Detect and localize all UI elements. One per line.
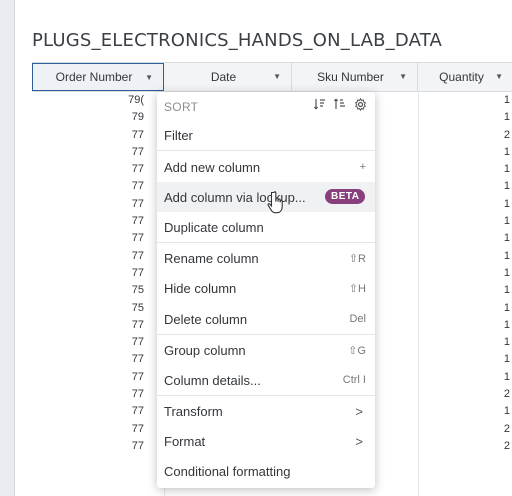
menu-item-add-column-via-lookup[interactable]: Add column via lookup... BETA — [157, 182, 375, 212]
menu-item-add-new-column[interactable]: Add new column + — [157, 152, 375, 182]
cell-order-number[interactable]: 77 — [32, 213, 164, 230]
menu-item-filter[interactable]: Filter — [157, 120, 375, 150]
page-title: PLUGS_ELECTRONICS_HANDS_ON_LAB_DATA — [32, 30, 443, 51]
cell-order-number[interactable]: 77 — [32, 144, 164, 161]
cell-order-number[interactable]: 77 — [32, 248, 164, 265]
menu-item-conditional-formatting[interactable]: Conditional formatting — [157, 456, 375, 486]
menu-item-format[interactable]: Format > — [157, 426, 375, 456]
shortcut-label: ⇧H — [348, 282, 366, 295]
cell-order-number[interactable]: 77 — [32, 386, 164, 403]
shortcut-label: ⇧R — [348, 252, 366, 265]
sort-ascending-icon[interactable] — [314, 98, 326, 114]
menu-divider — [157, 150, 375, 151]
column-header-order-number[interactable]: Order Number ▼ — [32, 63, 164, 91]
grid-header: Order Number ▼ Date ▼ Sku Number ▼ Quant… — [32, 63, 512, 92]
menu-sort-row: SORT — [157, 92, 375, 122]
menu-item-hide-column[interactable]: Hide column ⇧H — [157, 273, 375, 303]
cell-quantity[interactable]: 1 — [420, 282, 510, 299]
cell-quantity[interactable]: 1 — [420, 92, 510, 109]
cell-order-number[interactable]: 77 — [32, 127, 164, 144]
cell-order-number[interactable]: 77 — [32, 334, 164, 351]
cell-quantity[interactable]: 1 — [420, 213, 510, 230]
cell-quantity[interactable]: 1 — [420, 178, 510, 195]
menu-item-label: Group column — [164, 342, 246, 358]
cell-order-number[interactable]: 77 — [32, 403, 164, 420]
menu-item-label: Delete column — [164, 311, 248, 327]
menu-item-column-details[interactable]: Column details... Ctrl I — [157, 365, 375, 395]
menu-item-duplicate-column[interactable]: Duplicate column — [157, 212, 375, 242]
chevron-right-icon: > — [355, 433, 363, 449]
cell-order-number[interactable]: 77 — [32, 161, 164, 178]
cell-order-number[interactable]: 79( — [32, 92, 164, 109]
cell-quantity[interactable]: 1 — [420, 317, 510, 334]
cell-order-number[interactable]: 75 — [32, 300, 164, 317]
column-header-quantity[interactable]: Quantity ▼ — [418, 63, 512, 91]
cell-quantity[interactable]: 1 — [420, 351, 510, 368]
caret-down-icon[interactable]: ▼ — [399, 72, 407, 81]
column-header-date[interactable]: Date ▼ — [164, 63, 292, 91]
column-header-sku-number[interactable]: Sku Number ▼ — [292, 63, 418, 91]
menu-item-label: Filter — [164, 127, 193, 143]
plus-icon: + — [359, 161, 366, 173]
cell-order-number[interactable]: 77 — [32, 230, 164, 247]
sort-heading: SORT — [164, 100, 199, 114]
cell-quantity[interactable]: 1 — [420, 230, 510, 247]
sort-descending-icon[interactable] — [334, 98, 346, 114]
menu-item-group-column[interactable]: Group column ⇧G — [157, 335, 375, 365]
shortcut-label: Del — [349, 313, 366, 325]
menu-item-label: Hide column — [164, 280, 237, 296]
caret-down-icon[interactable]: ▼ — [273, 72, 281, 81]
cell-quantity[interactable]: 1 — [420, 265, 510, 282]
cell-quantity[interactable]: 2 — [420, 127, 510, 144]
cell-order-number[interactable]: 77 — [32, 421, 164, 438]
cell-order-number[interactable]: 77 — [32, 265, 164, 282]
cell-quantity[interactable]: 1 — [420, 369, 510, 386]
menu-item-label: Conditional formatting — [164, 463, 291, 479]
column-header-label: Quantity — [439, 70, 484, 84]
menu-item-label: Rename column — [164, 250, 259, 266]
menu-item-delete-column[interactable]: Delete column Del — [157, 304, 375, 334]
beta-badge: BETA — [325, 189, 366, 204]
caret-down-icon[interactable]: ▼ — [145, 73, 153, 82]
caret-down-icon[interactable]: ▼ — [495, 72, 503, 81]
cell-quantity[interactable]: 2 — [420, 421, 510, 438]
menu-item-label: Transform — [164, 403, 223, 419]
menu-item-label: Add new column — [164, 159, 261, 175]
cell-quantity[interactable]: 1 — [420, 144, 510, 161]
cell-quantity[interactable]: 2 — [420, 438, 510, 455]
menu-item-label: Duplicate column — [164, 219, 264, 235]
cell-order-number[interactable]: 77 — [32, 369, 164, 386]
cell-quantity[interactable]: 2 — [420, 386, 510, 403]
cell-order-number[interactable]: 77 — [32, 317, 164, 334]
data-panel: PLUGS_ELECTRONICS_HANDS_ON_LAB_DATA Orde… — [14, 0, 512, 496]
cell-quantity[interactable]: 1 — [420, 300, 510, 317]
shortcut-label: Ctrl I — [342, 374, 366, 386]
menu-item-label: Column details... — [164, 372, 261, 388]
gear-icon[interactable] — [354, 97, 367, 114]
menu-item-label: Format — [164, 433, 206, 449]
menu-item-transform[interactable]: Transform > — [157, 396, 375, 426]
column-header-label: Sku Number — [317, 70, 384, 84]
cell-order-number[interactable]: 77 — [32, 351, 164, 368]
menu-item-rename-column[interactable]: Rename column ⇧R — [157, 243, 375, 273]
cell-quantity[interactable]: 1 — [420, 196, 510, 213]
cell-quantity[interactable]: 1 — [420, 161, 510, 178]
cell-quantity[interactable]: 1 — [420, 334, 510, 351]
column-header-label: Order Number — [55, 70, 133, 84]
chevron-right-icon: > — [355, 403, 363, 419]
column-header-label: Date — [210, 70, 237, 84]
column-context-menu: SORT Filter Add new column + Add column — [157, 92, 375, 488]
cell-order-number[interactable]: 77 — [32, 196, 164, 213]
hand-cursor-icon — [267, 190, 289, 221]
cell-quantity[interactable]: 1 — [420, 109, 510, 126]
cell-order-number[interactable]: 77 — [32, 178, 164, 195]
shortcut-label: ⇧G — [348, 344, 366, 357]
cell-order-number[interactable]: 77 — [32, 438, 164, 455]
cell-order-number[interactable]: 79 — [32, 109, 164, 126]
cell-order-number[interactable]: 75 — [32, 282, 164, 299]
cell-quantity[interactable]: 1 — [420, 403, 510, 420]
cell-quantity[interactable]: 1 — [420, 248, 510, 265]
